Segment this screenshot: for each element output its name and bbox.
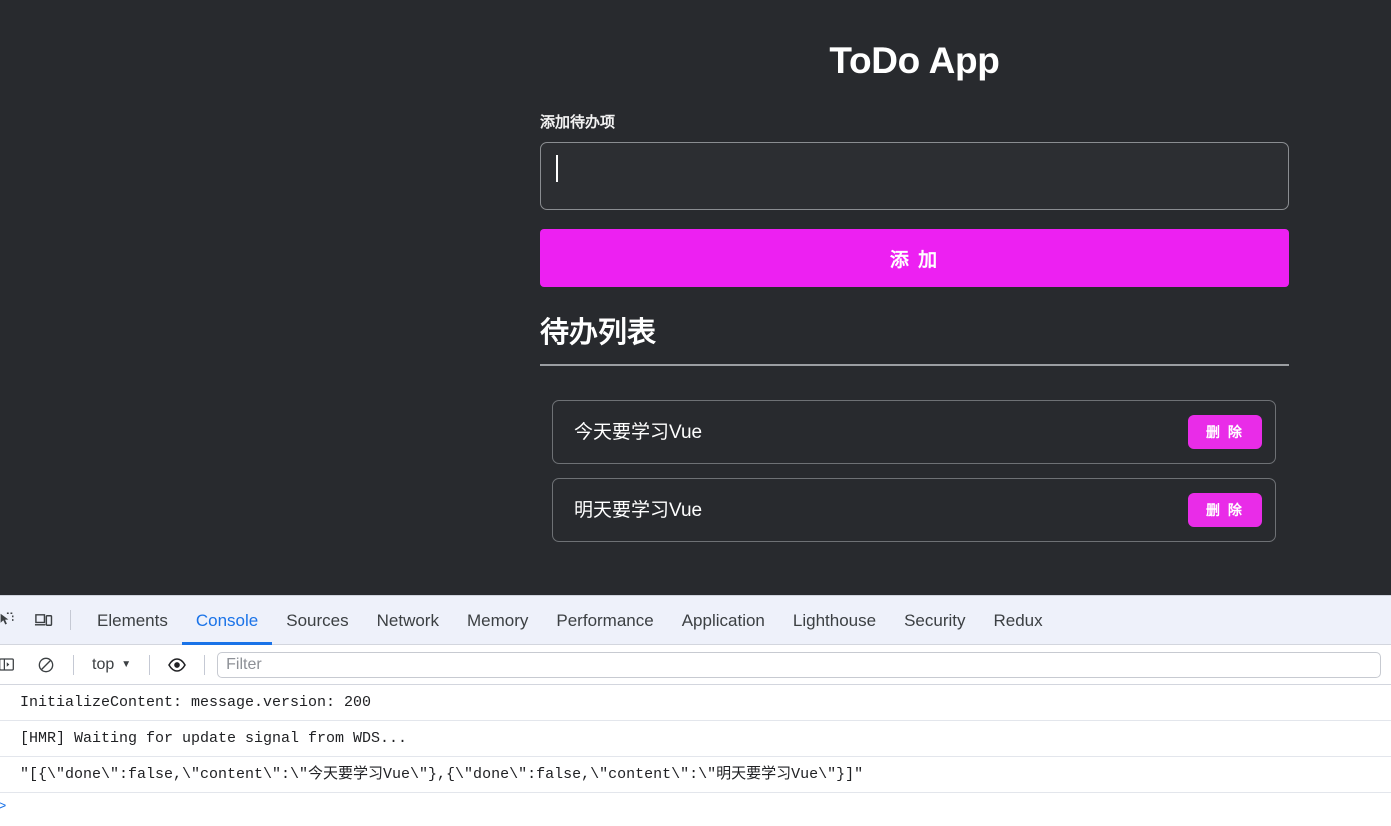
- todo-item-text: 今天要学习Vue: [574, 421, 703, 443]
- todo-list: 今天要学习Vue 删 除 明天要学习Vue 删 除: [540, 400, 1289, 542]
- delete-todo-button[interactable]: 删 除: [1188, 493, 1262, 527]
- todo-list-item[interactable]: 今天要学习Vue 删 除: [552, 400, 1276, 464]
- tab-security[interactable]: Security: [890, 596, 979, 645]
- toolbar-divider: [70, 610, 71, 630]
- todo-item-text: 明天要学习Vue: [574, 499, 703, 521]
- console-filter-input[interactable]: [217, 651, 1381, 678]
- tab-network[interactable]: Network: [363, 596, 453, 645]
- add-todo-label: 添加待办项: [540, 114, 616, 131]
- todo-list-item[interactable]: 明天要学习Vue 删 除: [552, 478, 1276, 542]
- todo-app-container: ToDo App 添加待办项 添 加 待办列表 今天要学习Vue 删 除 明天要…: [540, 0, 1289, 556]
- toolbar-divider: [204, 654, 206, 675]
- devtools-panel: Elements Console Sources Network Memory …: [0, 595, 1391, 826]
- add-todo-section: 添加待办项 添 加: [540, 115, 1289, 287]
- tab-memory[interactable]: Memory: [453, 596, 542, 645]
- delete-todo-button[interactable]: 删 除: [1188, 415, 1262, 449]
- tab-console[interactable]: Console: [182, 596, 272, 645]
- todo-list-section: 待办列表 今天要学习Vue 删 除 明天要学习Vue 删 除: [540, 319, 1289, 542]
- tab-application[interactable]: Application: [668, 596, 779, 645]
- clear-console-icon[interactable]: [31, 650, 61, 680]
- chevron-down-icon: ▼: [121, 658, 132, 670]
- toolbar-divider: [149, 654, 151, 675]
- prompt-arrow-icon: >: [0, 799, 7, 815]
- live-expression-icon[interactable]: [162, 650, 192, 680]
- tab-elements[interactable]: Elements: [83, 596, 182, 645]
- todo-list-heading: 待办列表: [540, 319, 1289, 366]
- text-cursor: [556, 155, 558, 182]
- tab-redux[interactable]: Redux: [980, 596, 1057, 645]
- toolbar-divider: [73, 654, 74, 675]
- console-message[interactable]: "[{\"done\":false,\"content\":\"今天要学习Vue…: [0, 757, 1391, 793]
- browser-page-viewport: ToDo App 添加待办项 添 加 待办列表 今天要学习Vue 删 除 明天要…: [0, 0, 1391, 595]
- console-message[interactable]: InitializeContent: message.version: 200: [0, 685, 1391, 721]
- device-toolbar-icon[interactable]: [28, 605, 58, 635]
- console-context-selector[interactable]: top ▼: [86, 656, 137, 674]
- devtools-tab-bar: Elements Console Sources Network Memory …: [0, 596, 1391, 645]
- console-toolbar: top ▼: [0, 645, 1391, 685]
- console-message[interactable]: [HMR] Waiting for update signal from WDS…: [0, 721, 1391, 757]
- console-prompt[interactable]: >: [0, 793, 1391, 814]
- console-context-label: top: [92, 655, 115, 673]
- console-sidebar-icon[interactable]: [0, 650, 21, 680]
- add-button[interactable]: 添 加: [540, 229, 1289, 287]
- tab-sources[interactable]: Sources: [272, 596, 362, 645]
- inspect-element-icon[interactable]: [0, 605, 21, 635]
- console-message-list: InitializeContent: message.version: 200 …: [0, 685, 1391, 826]
- tab-performance[interactable]: Performance: [542, 596, 667, 645]
- add-todo-input[interactable]: [540, 142, 1289, 210]
- page-title: ToDo App: [829, 40, 1000, 81]
- tab-lighthouse[interactable]: Lighthouse: [779, 596, 890, 645]
